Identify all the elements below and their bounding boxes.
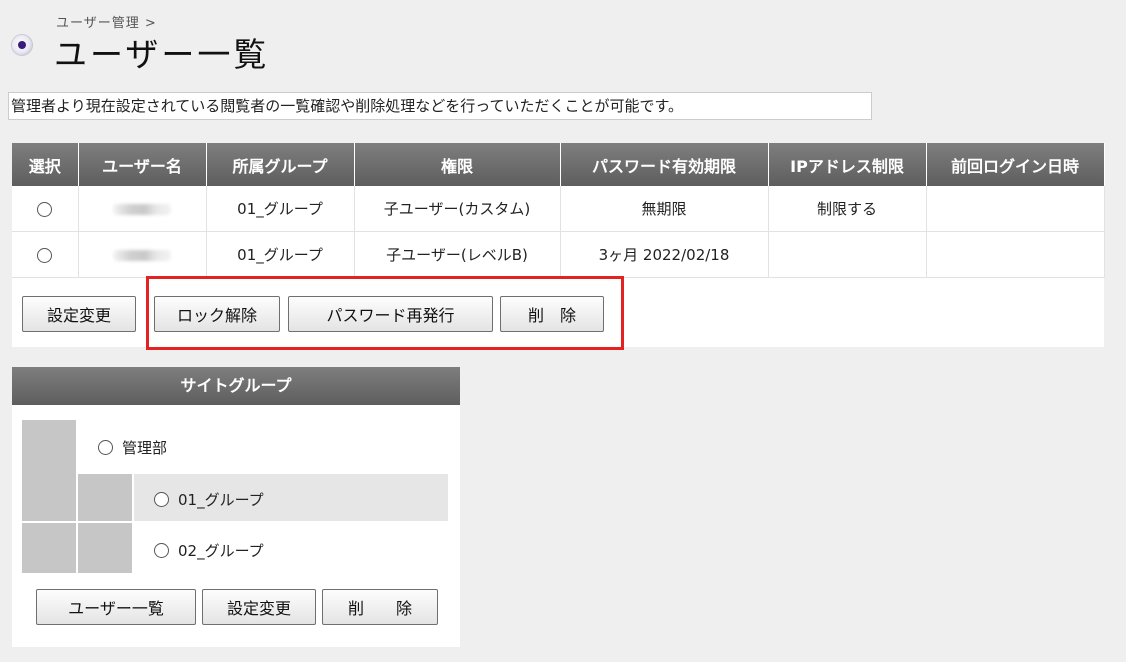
role-cell: 子ユーザー(レベルB) <box>354 231 561 278</box>
table-row: 01_グループ 子ユーザー(レベルB) 3ヶ月 2022/02/18 <box>12 231 1105 278</box>
site-group-header: サイトグループ <box>12 367 460 405</box>
page-title: ユーザー一覧 <box>54 35 270 74</box>
group-item-label: 管理部 <box>122 439 168 457</box>
group-radio[interactable] <box>98 440 113 455</box>
row-select-radio[interactable] <box>37 247 53 263</box>
last-login-cell <box>926 186 1105 232</box>
username-redacted <box>113 203 171 215</box>
col-header-ip-restriction: IPアドレス制限 <box>768 143 927 186</box>
user-table: 選択 ユーザー名 所属グループ 権限 パスワード有効期限 IPアドレス制限 前回… <box>12 143 1105 278</box>
table-row: 01_グループ 子ユーザー(カスタム) 無期限 制限する <box>12 186 1105 232</box>
col-header-last-login: 前回ログイン日時 <box>926 143 1105 186</box>
group-cell: 01_グループ <box>206 186 355 232</box>
group-delete-button[interactable]: 削 除 <box>322 589 438 625</box>
page-description: 管理者より現在設定されている閲覧者の一覧確認や削除処理などを行っていただくことが… <box>8 92 872 120</box>
tree-indent-cell <box>22 420 76 474</box>
username-redacted <box>113 249 171 261</box>
site-group-item[interactable]: 管理部 <box>98 437 167 458</box>
unlock-button[interactable]: ロック解除 <box>154 296 280 332</box>
settings-change-button[interactable]: 設定変更 <box>22 296 136 332</box>
last-login-cell <box>926 231 1105 278</box>
group-item-label: 01_グループ <box>178 491 264 509</box>
table-header-row: 選択 ユーザー名 所属グループ 権限 パスワード有効期限 IPアドレス制限 前回… <box>12 143 1105 186</box>
role-cell: 子ユーザー(カスタム) <box>354 186 561 232</box>
tree-indent-cell <box>22 523 76 573</box>
tree-indent-cell <box>22 474 76 521</box>
user-list-button[interactable]: ユーザー一覧 <box>36 589 196 625</box>
ip-restriction-cell <box>768 231 927 278</box>
username-cell <box>78 231 207 278</box>
group-item-label: 02_グループ <box>178 542 264 560</box>
col-header-password-expiry: パスワード有効期限 <box>560 143 769 186</box>
title-bullet-icon <box>12 35 32 55</box>
group-cell: 01_グループ <box>206 231 355 278</box>
delete-button[interactable]: 削 除 <box>500 296 604 332</box>
tree-indent-cell <box>78 523 132 573</box>
group-radio[interactable] <box>154 543 169 558</box>
col-header-group: 所属グループ <box>206 143 355 186</box>
ip-restriction-cell: 制限する <box>768 186 927 232</box>
col-header-role: 権限 <box>354 143 561 186</box>
tree-indent-cell <box>78 474 132 521</box>
select-cell <box>12 231 79 278</box>
site-group-item[interactable]: 01_グループ <box>154 489 264 510</box>
group-radio[interactable] <box>154 492 169 507</box>
select-cell <box>12 186 79 232</box>
group-settings-button[interactable]: 設定変更 <box>202 589 316 625</box>
col-header-select: 選択 <box>12 143 79 186</box>
row-select-radio[interactable] <box>37 201 53 217</box>
password-expiry-cell: 3ヶ月 2022/02/18 <box>560 231 769 278</box>
password-expiry-cell: 無期限 <box>560 186 769 232</box>
site-group-item[interactable]: 02_グループ <box>154 540 264 561</box>
reissue-password-button[interactable]: パスワード再発行 <box>288 296 493 332</box>
col-header-username: ユーザー名 <box>78 143 207 186</box>
username-cell <box>78 186 207 232</box>
